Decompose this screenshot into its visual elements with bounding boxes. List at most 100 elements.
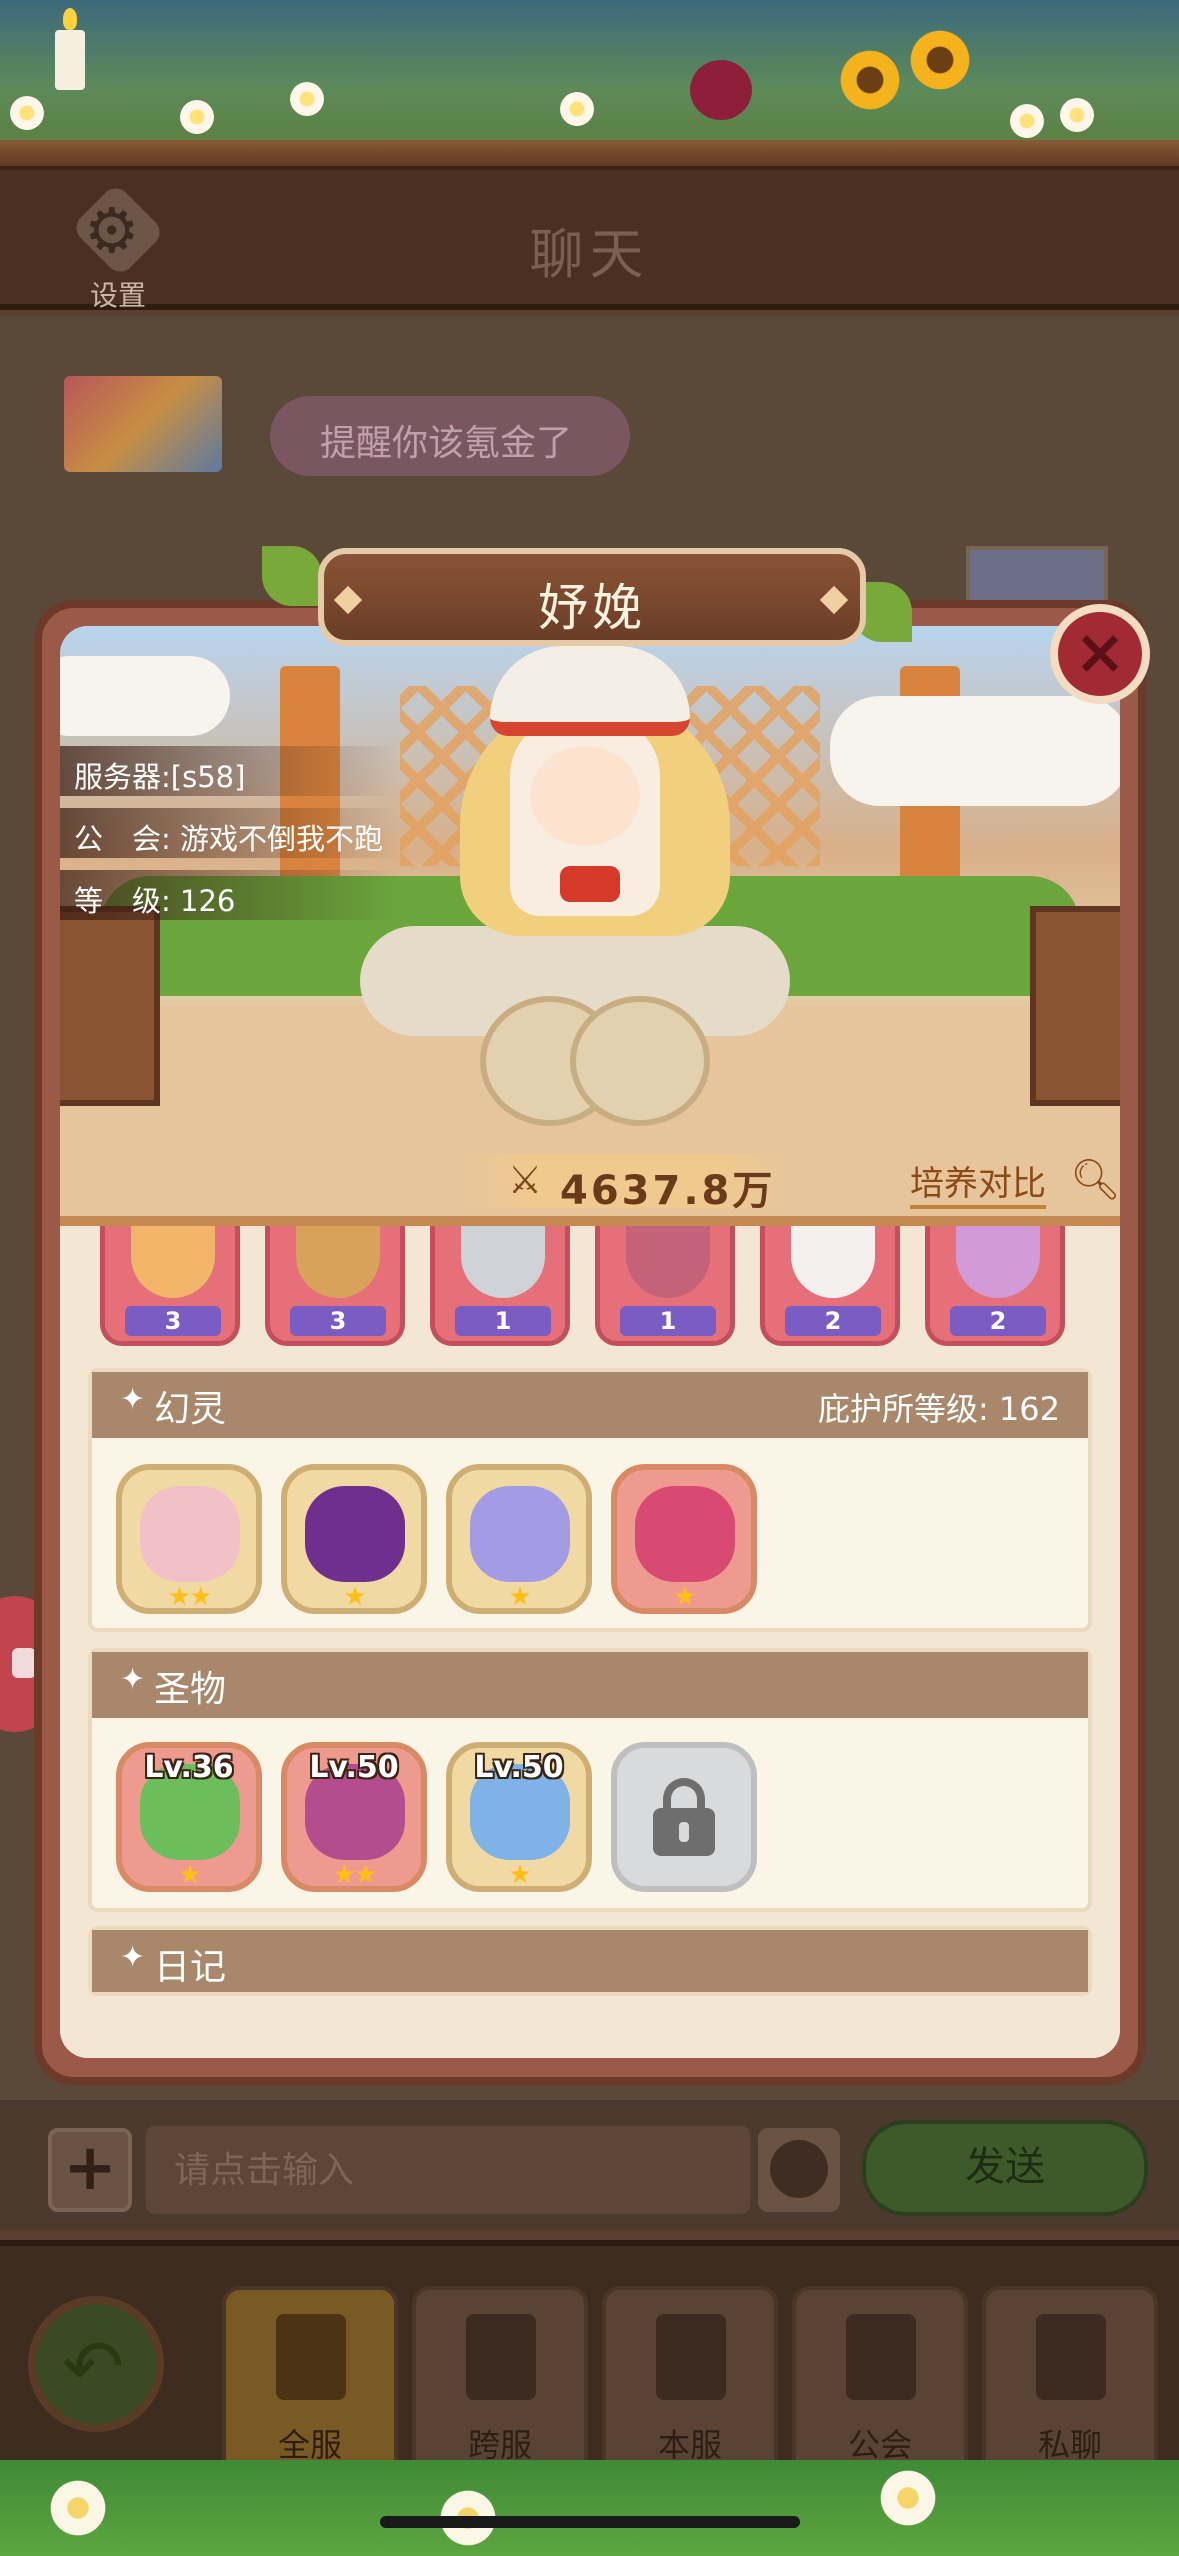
phantom-stars: ★ — [343, 1582, 366, 1612]
sparkle-icon: ✦ — [120, 1662, 146, 1697]
tab-this-server[interactable]: 本服 — [602, 2286, 778, 2486]
sunflower-decoration — [910, 30, 970, 90]
phantom-stars: ★ — [673, 1582, 696, 1612]
close-button[interactable]: × — [1050, 604, 1150, 704]
flower-decoration — [50, 2480, 106, 2536]
avatar[interactable] — [64, 376, 222, 472]
add-button[interactable]: + — [48, 2128, 132, 2212]
top-banner — [0, 0, 1179, 160]
flower-decoration — [560, 92, 594, 126]
player-name: 妤娩 — [538, 579, 646, 637]
hero-card[interactable]: 1 — [430, 1226, 570, 1346]
hero-star-count: 2 — [824, 1307, 842, 1335]
sanctuary-level: 庇护所等级: 162 — [817, 1390, 1060, 1428]
chat-message-text: 提醒你该氪金了 — [320, 423, 573, 464]
relic-slot-locked[interactable] — [611, 1742, 757, 1892]
sunflower-decoration — [840, 50, 900, 110]
phantom-portrait — [305, 1486, 405, 1582]
hero-portrait — [791, 1226, 875, 1298]
hero-star-count: 3 — [164, 1307, 182, 1335]
hero-card[interactable]: 1 — [595, 1226, 735, 1346]
cloud-decoration — [60, 656, 230, 736]
scene-crate — [1030, 906, 1120, 1106]
send-button[interactable]: 发送 — [862, 2120, 1148, 2216]
hero-card[interactable]: 3 — [265, 1226, 405, 1346]
hero-card[interactable]: 2 — [760, 1226, 900, 1346]
relic-level: Lv.36 — [144, 1750, 234, 1785]
sparkle-icon: ✦ — [120, 1382, 146, 1417]
section-title: 幻灵 — [154, 1389, 227, 1430]
emoji-button[interactable] — [758, 2128, 840, 2212]
hero-bow — [560, 866, 620, 902]
tab-all-server[interactable]: 全服 — [222, 2286, 398, 2486]
hero-card[interactable]: 3 — [100, 1226, 240, 1346]
tab-guild[interactable]: 公会 — [792, 2286, 968, 2486]
tab-private-chat[interactable]: 私聊 — [982, 2286, 1158, 2486]
relic-stars: ★ — [178, 1860, 201, 1890]
flower-decoration — [290, 82, 324, 116]
relic-slot[interactable]: Lv.50 ★★ — [281, 1742, 427, 1892]
hero-portrait — [626, 1226, 710, 1298]
home-indicator[interactable] — [380, 2516, 800, 2528]
player-profile-modal: 服务器:[s58] 公 会: 游戏不倒我不跑 等 级: 126 ⚔ 4637.8… — [34, 600, 1146, 2085]
hero-showcase: 服务器:[s58] 公 会: 游戏不倒我不跑 等 级: 126 ⚔ 4637.8… — [60, 626, 1120, 1216]
diary-section[interactable]: ✦ 日记 — [88, 1926, 1092, 1996]
section-title: 圣物 — [154, 1669, 227, 1710]
hero-portrait — [461, 1226, 545, 1298]
castle-icon — [276, 2314, 346, 2400]
flower-decoration — [1060, 98, 1094, 132]
phantom-portrait — [140, 1486, 240, 1582]
relics-section: ✦ 圣物 Lv.36 ★ Lv.50 ★★ Lv.50 ★ — [88, 1648, 1092, 1912]
combat-power-value: 4637.8万 — [560, 1168, 776, 1214]
hero-portrait — [131, 1226, 215, 1298]
hero-portrait — [956, 1226, 1040, 1298]
apple-decoration — [690, 60, 752, 120]
relic-slot[interactable]: Lv.36 ★ — [116, 1742, 262, 1892]
back-button[interactable]: ↶ — [28, 2296, 164, 2432]
phantom-section: ✦ 幻灵 庇护所等级: 162 ★★ ★ ★ ★ — [88, 1368, 1092, 1632]
message-input[interactable] — [146, 2126, 750, 2214]
tab-cross-server[interactable]: 跨服 — [412, 2286, 588, 2486]
cloud-decoration — [830, 696, 1120, 806]
phantom-slot[interactable]: ★ — [281, 1464, 427, 1614]
phantom-stars: ★ — [508, 1582, 531, 1612]
relic-stars: ★ — [508, 1860, 531, 1890]
map-icon — [466, 2314, 536, 2400]
hero-star-count: 3 — [329, 1307, 347, 1335]
phantom-portrait — [635, 1486, 735, 1582]
server-info: 服务器:[s58] — [74, 760, 246, 794]
hero-star-count: 1 — [659, 1307, 677, 1335]
hero-card[interactable]: 2 — [925, 1226, 1065, 1346]
compare-link[interactable]: 培养对比 — [910, 1156, 1046, 1209]
back-arrow-icon: ↶ — [62, 2324, 125, 2410]
leaf-decoration — [262, 546, 322, 606]
phantom-stars: ★★ — [167, 1582, 213, 1612]
level-info-row: 等 级: 126 — [60, 870, 400, 920]
scene-crate — [60, 906, 160, 1106]
crossed-swords-icon: ⚔ — [508, 1158, 543, 1202]
magnifier-icon[interactable]: 🔍︎ — [1070, 1156, 1120, 1203]
page-title: 聊天 — [529, 223, 650, 286]
flower-decoration — [880, 2470, 936, 2526]
hero-star-count: 2 — [989, 1307, 1007, 1335]
phantom-slot[interactable]: ★ — [611, 1464, 757, 1614]
phantom-slot[interactable]: ★ — [446, 1464, 592, 1614]
hero-star-count: 1 — [494, 1307, 512, 1335]
banner-icon — [656, 2314, 726, 2400]
profile-scroll-body[interactable]: 3 3 1 1 2 2 ✦ 幻灵 庇护所等级: 162 ★★ ★ ★ ★ ✦ 圣… — [60, 1226, 1120, 2058]
chat-header: ⚙ 设置 聊天 — [0, 170, 1179, 312]
combat-power-bar: ⚔ 4637.8万 — [460, 1154, 790, 1214]
level-info: 等 级: 126 — [74, 884, 236, 918]
flower-decoration — [10, 96, 44, 130]
sparkle-icon: ✦ — [120, 1940, 146, 1975]
relic-slot[interactable]: Lv.50 ★ — [446, 1742, 592, 1892]
section-header: ✦ 日记 — [92, 1930, 1088, 1992]
section-title: 日记 — [154, 1947, 227, 1988]
guild-info-row: 公 会: 游戏不倒我不跑 — [60, 808, 400, 858]
profile-title-plaque: 妤娩 — [318, 548, 866, 646]
relic-stars: ★★ — [332, 1860, 378, 1890]
candle-decoration — [55, 8, 85, 90]
phantom-slot[interactable]: ★★ — [116, 1464, 262, 1614]
emoji-icon — [770, 2140, 828, 2198]
input-bar: + 发送 — [0, 2100, 1179, 2230]
